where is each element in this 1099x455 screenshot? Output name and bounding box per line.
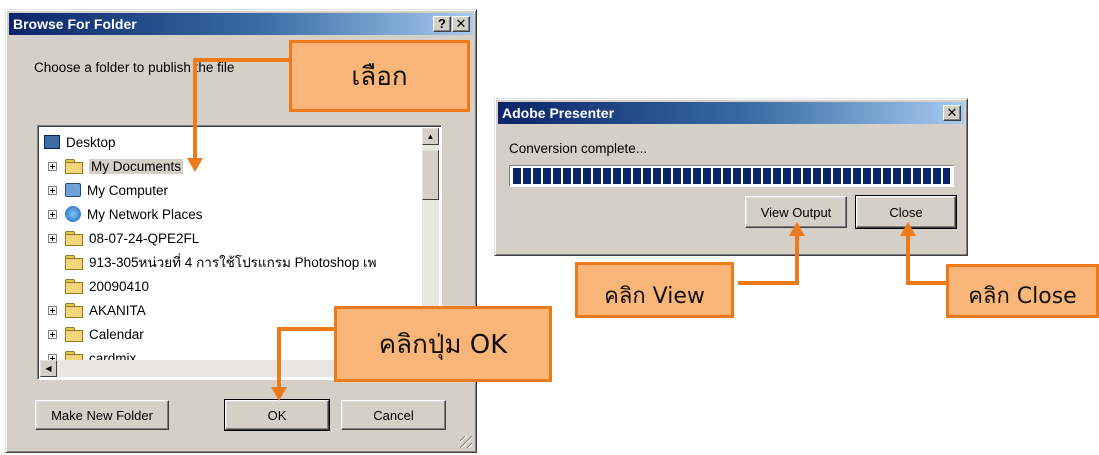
desktop-icon [44,135,60,149]
presenter-title-bar[interactable]: Adobe Presenter ✕ [498,102,964,124]
expand-icon[interactable] [48,185,57,195]
expand-icon[interactable] [48,305,57,315]
presenter-close-icon[interactable]: ✕ [943,105,961,121]
tree-item[interactable]: My Network Places [48,202,203,226]
tree-item[interactable]: Desktop [44,130,116,154]
conversion-progress-bar [509,165,954,187]
help-button[interactable]: ? [433,16,451,32]
arrow-ok-head [271,387,287,401]
tree-item-label: 08-07-24-QPE2FL [89,230,200,246]
scroll-thumb[interactable] [422,150,439,200]
network-places-icon [65,206,81,222]
tree-item[interactable]: Calendar [48,322,144,346]
arrow-ok-v [277,327,281,389]
arrow-close-head [900,222,916,236]
conversion-status: Conversion complete... [509,141,648,156]
browse-title: Browse For Folder [13,16,137,32]
arrow-select-v [193,58,197,160]
browse-prompt: Choose a folder to publish the file [34,60,235,75]
ok-button[interactable]: OK [224,399,330,431]
folder-icon [65,231,83,246]
resize-grip-icon[interactable] [460,436,472,448]
progress-fill [513,168,950,184]
cancel-button[interactable]: Cancel [341,400,446,430]
tree-item-label: 913-305หน่วยที่ 4 การใช้โปรแกรม Photosho… [89,255,377,270]
callout-click-close: คลิก Close [946,264,1099,318]
tree-item[interactable]: 913-305หน่วยที่ 4 การใช้โปรแกรม Photosho… [48,250,377,274]
tree-item-label: My Computer [87,182,169,198]
expand-icon[interactable] [48,209,57,219]
tree-item[interactable]: My Computer [48,178,168,202]
arrow-view-h [738,281,799,285]
scroll-left-button[interactable]: ◀ [40,360,57,377]
tree-item-label: AKANITA [89,302,146,318]
tree-item[interactable]: 08-07-24-QPE2FL [48,226,199,250]
folder-icon [65,303,83,318]
tree-item-label: Desktop [66,134,116,150]
folder-icon [65,327,83,342]
arrow-close-v [906,234,910,285]
callout-click-ok: คลิกปุ่ม OK [334,306,552,382]
tree-item[interactable]: My Documents [48,154,184,178]
arrow-select-h [193,58,289,62]
tree-item-label: 20090410 [89,278,150,294]
close-button[interactable]: ✕ [452,16,470,32]
browse-title-bar[interactable]: Browse For Folder ? ✕ [9,13,473,35]
arrow-close-h [906,281,946,285]
tree-item[interactable]: AKANITA [48,298,146,322]
callout-click-view: คลิก View [575,262,734,318]
tree-item-label: My Documents [89,158,184,174]
expand-icon[interactable] [48,233,57,243]
my-computer-icon [65,183,81,197]
scroll-up-button[interactable]: ▲ [422,128,439,145]
tree-item-label: Calendar [89,326,144,342]
adobe-presenter-dialog: Adobe Presenter ✕ Conversion complete...… [494,98,968,256]
presenter-title: Adobe Presenter [502,105,615,121]
arrow-view-head [789,222,805,236]
arrow-ok-h [277,327,334,331]
tree-item-label: My Network Places [87,206,203,222]
folder-icon [65,279,83,294]
folder-icon [65,255,83,270]
arrow-select-head [187,158,203,172]
expand-icon[interactable] [48,329,57,339]
make-new-folder-button[interactable]: Make New Folder [35,400,169,430]
tree-item[interactable]: 20090410 [48,274,149,298]
my-documents-icon [65,159,83,174]
arrow-view-v [795,234,799,285]
callout-select: เลือก [289,40,470,112]
expand-icon[interactable] [48,161,57,171]
